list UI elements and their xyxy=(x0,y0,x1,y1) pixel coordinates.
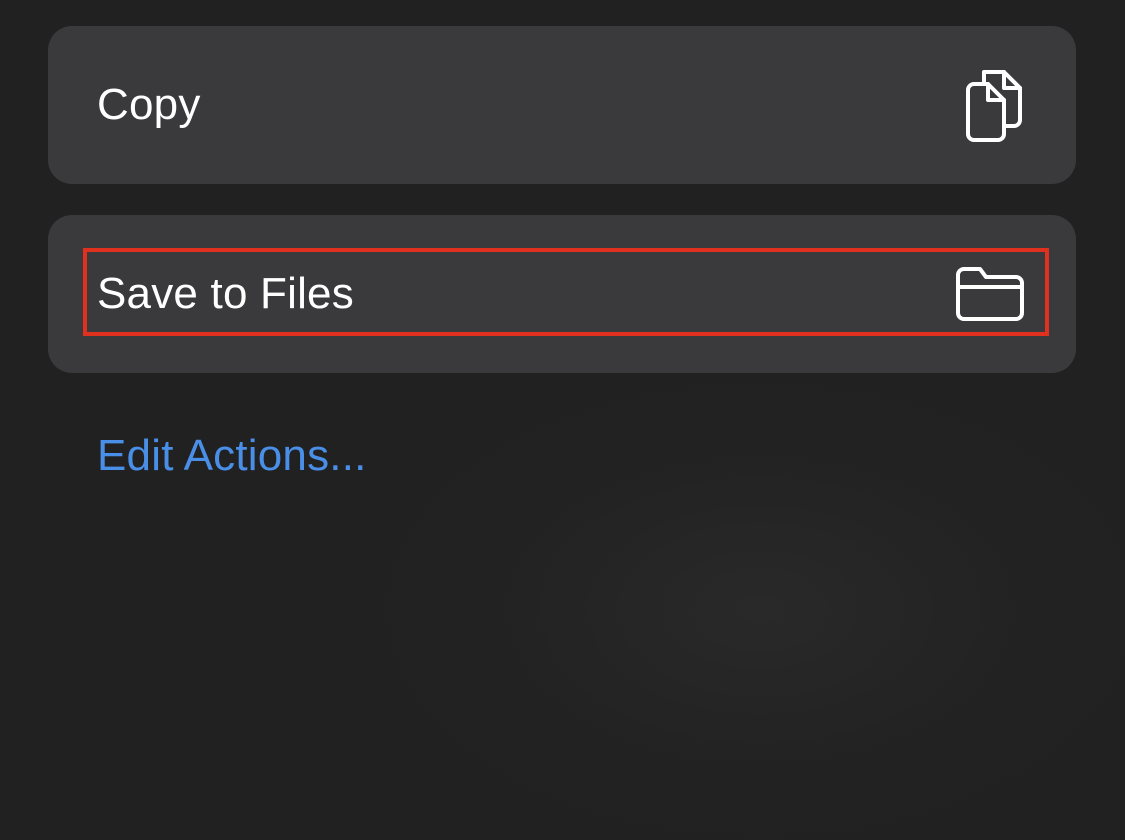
background-glow xyxy=(380,380,1125,840)
copy-action-button[interactable]: Copy xyxy=(48,26,1076,184)
copy-icon xyxy=(962,66,1026,144)
edit-actions-link[interactable]: Edit Actions... xyxy=(97,431,367,480)
folder-icon xyxy=(954,265,1026,323)
save-to-files-action-label: Save to Files xyxy=(97,269,354,318)
save-to-files-action-button[interactable]: Save to Files xyxy=(48,215,1076,373)
copy-action-label: Copy xyxy=(97,80,201,129)
